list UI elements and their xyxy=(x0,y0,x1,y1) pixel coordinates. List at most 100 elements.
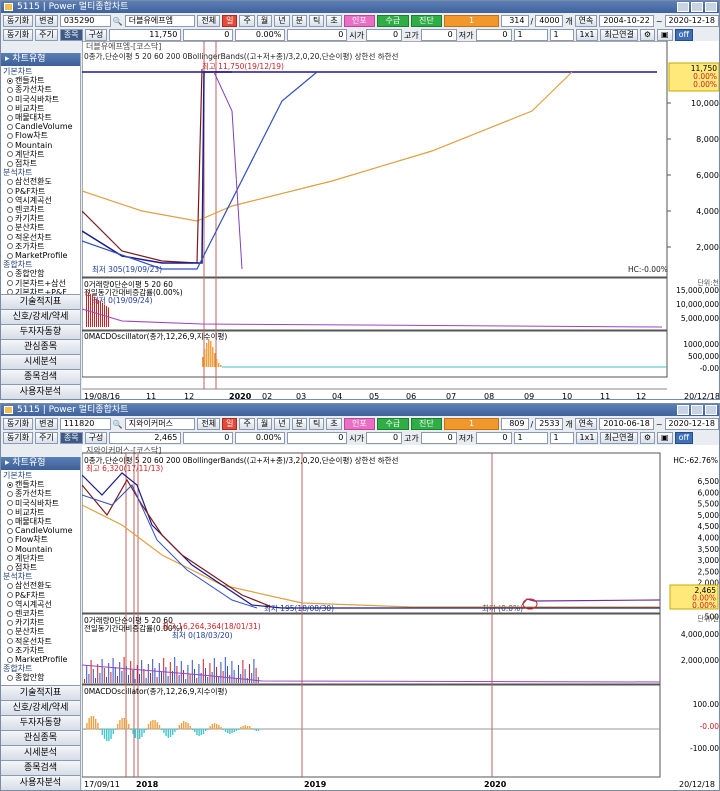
chart-type-option[interactable]: P&F차트 xyxy=(3,187,80,196)
chart-type-option[interactable]: 매물대차트 xyxy=(3,517,80,526)
diagnosis-button[interactable]: 진단 xyxy=(410,15,443,27)
maximize-icon[interactable] xyxy=(691,405,703,415)
period-week-tab[interactable]: 주 xyxy=(239,15,255,27)
period-min-tab[interactable]: 분 xyxy=(291,418,307,430)
chart-type-option[interactable]: Flow차트 xyxy=(3,535,80,544)
radio-icon[interactable] xyxy=(7,123,13,130)
radio-icon[interactable] xyxy=(7,610,13,617)
chart-type-option[interactable]: CandleVolume xyxy=(3,122,80,131)
chart-area[interactable]: 지와이커머스-[코스닥] 0종가,단순이평 5 20 60 200 0Bollin… xyxy=(82,445,719,790)
close-icon[interactable] xyxy=(705,2,717,12)
info-button[interactable]: 인포 xyxy=(343,15,376,27)
number-field[interactable]: 1 xyxy=(444,15,499,27)
sidebar-menu-item[interactable]: 관심종목 xyxy=(1,730,80,745)
supply-button[interactable]: 수급 xyxy=(377,418,409,430)
chart-type-option[interactable]: 비교차트 xyxy=(3,104,80,113)
radio-icon[interactable] xyxy=(7,77,13,84)
period-year-tab[interactable]: 년 xyxy=(274,15,290,27)
supply-button[interactable]: 수급 xyxy=(377,15,409,27)
period-tick-tab[interactable]: 틱 xyxy=(308,418,325,430)
radio-icon[interactable] xyxy=(7,527,13,534)
radio-icon[interactable] xyxy=(7,206,13,213)
radio-icon[interactable] xyxy=(7,537,13,544)
radio-icon[interactable] xyxy=(7,509,13,516)
box-field-2[interactable]: 1 xyxy=(549,29,574,41)
chart-type-option[interactable]: 종가선차트 xyxy=(3,85,80,94)
radio-icon[interactable] xyxy=(7,518,13,525)
date-from-input[interactable]: 2010-06-18 xyxy=(599,418,654,430)
period-day-tab[interactable]: 일 xyxy=(222,418,238,430)
sidebar-menu-item[interactable]: 신호/강세/약세 xyxy=(1,700,80,715)
chart-type-option[interactable]: 종가선차트 xyxy=(3,489,80,498)
sync-button[interactable]: 동기화 xyxy=(3,418,34,430)
chart-type-option[interactable]: 매물대차트 xyxy=(3,113,80,122)
print-icon[interactable]: ▣ xyxy=(657,432,673,444)
radio-icon[interactable] xyxy=(7,133,13,140)
item-button[interactable]: 종목 xyxy=(59,29,83,41)
settings-icon[interactable]: ⚙ xyxy=(639,29,656,41)
radio-icon[interactable] xyxy=(7,197,13,204)
layout-1x1-button[interactable]: 1x1 xyxy=(575,29,599,41)
count-field[interactable]: 809 xyxy=(500,418,529,430)
period-sec-tab[interactable]: 초 xyxy=(326,15,342,27)
radio-icon[interactable] xyxy=(7,481,13,488)
search-icon[interactable]: 🔍 xyxy=(113,420,123,429)
sync-button[interactable]: 동기화 xyxy=(3,15,34,27)
chart-type-option[interactable]: 조가차트 xyxy=(3,242,80,251)
radio-icon[interactable] xyxy=(7,105,13,112)
search-icon[interactable]: 🔍 xyxy=(113,17,123,26)
cycle-button[interactable]: 주기 xyxy=(35,29,58,41)
chart-type-option[interactable]: 점차트 xyxy=(3,159,80,168)
radio-icon[interactable] xyxy=(7,546,13,553)
latest-link-button[interactable]: 최근연결 xyxy=(600,29,638,41)
latest-link-button[interactable]: 최근연결 xyxy=(600,432,638,444)
chart-type-option[interactable]: 미국식바차트 xyxy=(3,95,80,104)
period-week-tab[interactable]: 주 xyxy=(239,418,255,430)
sync-period-button[interactable]: 동기화 xyxy=(3,29,34,41)
radio-icon[interactable] xyxy=(7,592,13,599)
layout-1x1-button[interactable]: 1x1 xyxy=(575,432,599,444)
chart-type-option[interactable]: Mountain xyxy=(3,545,80,554)
stock-code-input[interactable]: 111820 xyxy=(59,418,111,430)
radio-icon[interactable] xyxy=(7,491,13,497)
close-icon[interactable] xyxy=(705,405,717,415)
settings-icon[interactable]: ⚙ xyxy=(639,432,656,444)
chart-type-option[interactable]: 조가차트 xyxy=(3,646,80,655)
sidebar-menu-item[interactable]: 시세분석 xyxy=(1,354,80,369)
date-to-input[interactable]: 2020-12-18 xyxy=(664,418,719,430)
radio-icon[interactable] xyxy=(7,87,13,93)
radio-icon[interactable] xyxy=(7,243,13,250)
radio-icon[interactable] xyxy=(7,647,13,654)
chart-type-option[interactable]: 분산차트 xyxy=(3,627,80,636)
chart-type-option[interactable]: 계단차트 xyxy=(3,554,80,563)
diagnosis-button[interactable]: 진단 xyxy=(410,418,443,430)
toggle-off-button[interactable]: off xyxy=(674,29,694,41)
radio-icon[interactable] xyxy=(7,188,13,195)
print-icon[interactable]: ▣ xyxy=(657,29,673,41)
radio-icon[interactable] xyxy=(7,601,13,608)
chart-type-option[interactable]: 분산차트 xyxy=(3,223,80,232)
chart-type-option[interactable]: 종합안함 xyxy=(3,673,80,682)
sync-period-button[interactable]: 동기화 xyxy=(3,432,34,444)
radio-icon[interactable] xyxy=(7,271,13,278)
radio-icon[interactable] xyxy=(7,656,13,663)
radio-icon[interactable] xyxy=(7,675,13,682)
radio-icon[interactable] xyxy=(7,179,13,186)
info-button[interactable]: 인포 xyxy=(343,418,376,430)
sidebar-menu-item[interactable]: 사용자분석 xyxy=(1,384,80,399)
sidebar-menu-item[interactable]: 관심종목 xyxy=(1,339,80,354)
maximize-icon[interactable] xyxy=(691,2,703,12)
window-titlebar[interactable]: 5115 | Power 멀티종합차트 xyxy=(1,404,719,416)
period-month-tab[interactable]: 월 xyxy=(256,418,273,430)
change-dropdown[interactable]: 변경 xyxy=(35,15,58,27)
minimize-icon[interactable] xyxy=(677,405,689,415)
chart-area[interactable]: 더블유에프엠-[코스닥] 0종가,단순이평 5 20 60 200 0Bollin… xyxy=(82,41,719,399)
radio-icon[interactable] xyxy=(7,555,13,562)
radio-icon[interactable] xyxy=(7,114,13,121)
cycle-button[interactable]: 주기 xyxy=(35,432,58,444)
chart-type-option[interactable]: CandleVolume xyxy=(3,526,80,535)
chart-type-option[interactable]: 계단차트 xyxy=(3,150,80,159)
chart-type-option[interactable]: 미국식바차트 xyxy=(3,499,80,508)
radio-icon[interactable] xyxy=(7,234,13,241)
period-tick-tab[interactable]: 틱 xyxy=(308,15,325,27)
